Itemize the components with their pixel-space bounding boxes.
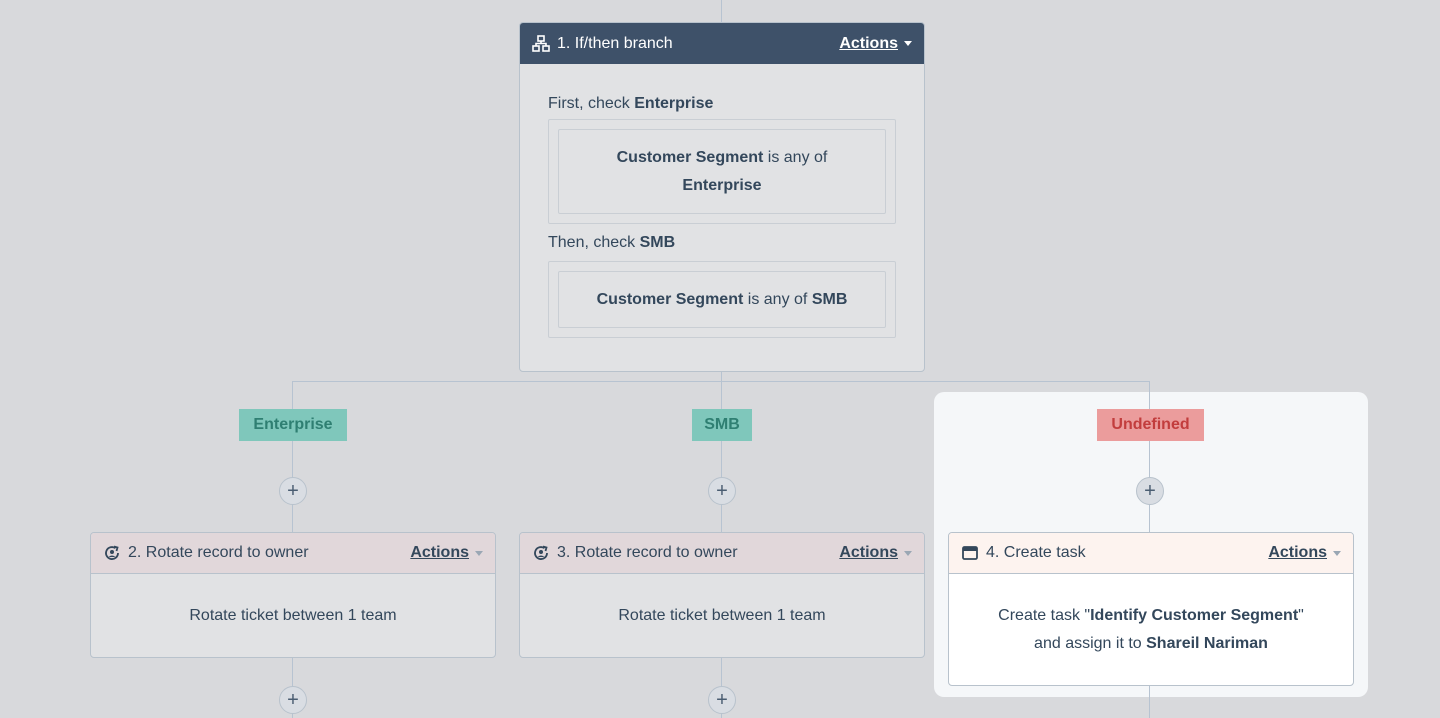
connector-enterprise: [292, 381, 293, 532]
first-condition-operator: is any of: [767, 149, 828, 166]
create-task-actions-label: Actions: [1268, 544, 1327, 561]
rotate-card-2-title: 2. Rotate record to owner: [128, 544, 309, 561]
create-task-card-body: Create task "Identify Customer Segment" …: [949, 574, 1353, 658]
workflow-canvas: 1. If/then branch Actions First, check E…: [0, 0, 1440, 718]
rotate-record-card-2[interactable]: 2. Rotate record to owner Actions Rotate…: [90, 532, 496, 658]
create-task-card[interactable]: 4. Create task Actions Create task "Iden…: [948, 532, 1354, 686]
then-condition-property: Customer Segment: [596, 291, 744, 308]
branch-tag-enterprise[interactable]: Enterprise: [239, 409, 347, 441]
add-step-button-enterprise[interactable]: +: [279, 477, 307, 505]
rotate-card-3-actions-label: Actions: [839, 544, 898, 561]
connector-smb: [721, 381, 722, 532]
branch-card-title: 1. If/then branch: [557, 34, 673, 52]
connector-undefined-bottom: [1149, 686, 1150, 718]
branch-card-body: First, check Enterprise Customer Segment…: [520, 95, 924, 338]
then-check-label: Then, check SMB: [548, 232, 896, 261]
chevron-down-icon: [1333, 550, 1341, 556]
branch-icon: [532, 34, 550, 53]
connector-top: [721, 0, 722, 22]
create-task-card-header: 4. Create task Actions: [949, 533, 1353, 574]
then-condition-group[interactable]: Customer Segment is any of SMB: [548, 261, 896, 338]
task-line2-prefix: and assign it to: [1034, 635, 1142, 652]
rotate-card-2-header: 2. Rotate record to owner Actions: [91, 533, 495, 574]
branch-tag-smb[interactable]: SMB: [692, 409, 752, 441]
rotate-card-2-actions-button[interactable]: Actions: [410, 544, 483, 562]
chevron-down-icon: [904, 550, 912, 556]
rotate-card-2-actions-label: Actions: [410, 544, 469, 561]
then-condition-operator: is any of: [747, 291, 808, 308]
then-check-name: SMB: [639, 234, 676, 251]
rotate-owner-icon: [103, 544, 121, 562]
rotate-card-3-body: Rotate ticket between 1 team: [618, 607, 826, 624]
task-name: Identify Customer Segment: [1090, 607, 1299, 624]
rotate-card-3-title: 3. Rotate record to owner: [557, 544, 738, 561]
add-step-button-undefined[interactable]: +: [1136, 477, 1164, 505]
task-line1-suffix: ": [1298, 607, 1304, 624]
first-condition-group[interactable]: Customer Segment is any of Enterprise: [548, 119, 896, 224]
branch-card-header: 1. If/then branch Actions: [520, 23, 924, 64]
if-then-branch-card[interactable]: 1. If/then branch Actions First, check E…: [519, 22, 925, 372]
rotate-card-2-body: Rotate ticket between 1 team: [189, 607, 397, 624]
add-step-button-enterprise-after[interactable]: +: [279, 686, 307, 714]
task-icon: [961, 544, 979, 562]
rotate-card-3-header: 3. Rotate record to owner Actions: [520, 533, 924, 574]
create-task-card-title: 4. Create task: [986, 544, 1086, 561]
branch-actions-label: Actions: [839, 34, 898, 52]
task-assignee: Shareil Nariman: [1146, 635, 1268, 652]
first-check-name: Enterprise: [634, 95, 714, 112]
then-check-prefix: Then, check: [548, 234, 636, 251]
first-condition-property: Customer Segment: [616, 149, 764, 166]
first-check-label: First, check Enterprise: [548, 95, 896, 119]
add-step-button-smb[interactable]: +: [708, 477, 736, 505]
connector-undefined: [1149, 381, 1150, 532]
rotate-card-3-actions-button[interactable]: Actions: [839, 544, 912, 562]
chevron-down-icon: [475, 550, 483, 556]
first-condition-value: Enterprise: [682, 177, 762, 194]
rotate-owner-icon: [532, 544, 550, 562]
task-line1-prefix: Create task ": [998, 607, 1091, 624]
first-check-prefix: First, check: [548, 95, 630, 112]
chevron-down-icon: [904, 41, 912, 46]
add-step-button-smb-after[interactable]: +: [708, 686, 736, 714]
then-condition-value: SMB: [811, 291, 848, 308]
then-condition[interactable]: Customer Segment is any of SMB: [558, 271, 886, 328]
branch-tag-undefined[interactable]: Undefined: [1097, 409, 1204, 441]
branch-actions-button[interactable]: Actions: [839, 35, 912, 53]
create-task-actions-button[interactable]: Actions: [1268, 544, 1341, 562]
rotate-record-card-3[interactable]: 3. Rotate record to owner Actions Rotate…: [519, 532, 925, 658]
first-condition[interactable]: Customer Segment is any of Enterprise: [558, 129, 886, 214]
